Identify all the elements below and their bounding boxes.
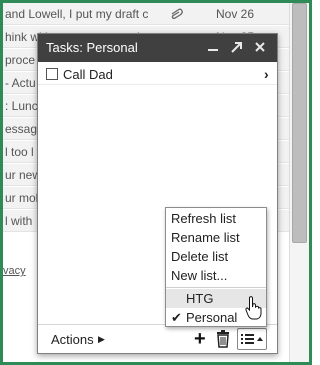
task-checkbox[interactable]: [46, 68, 58, 80]
email-snippet: - Actu: [5, 76, 36, 90]
minimize-icon[interactable]: [204, 37, 222, 57]
tasks-footer: Actions ▶ +: [38, 324, 277, 353]
task-item[interactable]: Call Dad ›: [38, 63, 277, 85]
list-label: Personal: [186, 310, 238, 325]
privacy-link[interactable]: vacy: [3, 265, 26, 277]
email-snippet: ur new: [5, 168, 42, 182]
email-date: Nov 26: [216, 7, 255, 21]
email-snippet: l with: [5, 214, 33, 228]
add-task-icon[interactable]: +: [194, 329, 206, 349]
menu-divider: [166, 287, 266, 288]
attachment-icon: [169, 3, 185, 24]
menu-item-delete-list[interactable]: Delete list: [166, 247, 266, 266]
actions-caret-icon[interactable]: ▶: [98, 334, 105, 345]
list-label: HTG: [186, 291, 214, 306]
email-snippet: l too l: [5, 145, 34, 159]
trash-icon[interactable]: [215, 329, 231, 352]
checkmark-icon: ✔: [171, 310, 182, 325]
tasks-title: Tasks: Personal: [46, 40, 138, 55]
email-snippet: : Lunc: [5, 99, 38, 113]
scrollbar[interactable]: [289, 3, 309, 362]
menu-item-rename-list[interactable]: Rename list: [166, 228, 266, 247]
menu-item-new-list[interactable]: New list...: [166, 266, 266, 285]
close-icon[interactable]: [251, 37, 269, 57]
email-row[interactable]: and Lowell, I put my draft c Nov 26: [3, 3, 289, 25]
task-details-arrow-icon[interactable]: ›: [264, 66, 269, 82]
popout-icon[interactable]: [227, 37, 245, 57]
hand-cursor-icon: [244, 295, 264, 324]
menu-item-refresh-list[interactable]: Refresh list: [166, 209, 266, 228]
tasks-titlebar[interactable]: Tasks: Personal: [38, 34, 277, 62]
email-snippet: proce: [5, 53, 36, 67]
switch-list-button[interactable]: [237, 328, 267, 350]
email-snippet: and Lowell, I put my draft c: [5, 7, 149, 21]
task-label[interactable]: Call Dad: [63, 67, 113, 82]
actions-menu-button[interactable]: Actions: [51, 332, 94, 347]
scrollbar-thumb[interactable]: [292, 3, 307, 243]
